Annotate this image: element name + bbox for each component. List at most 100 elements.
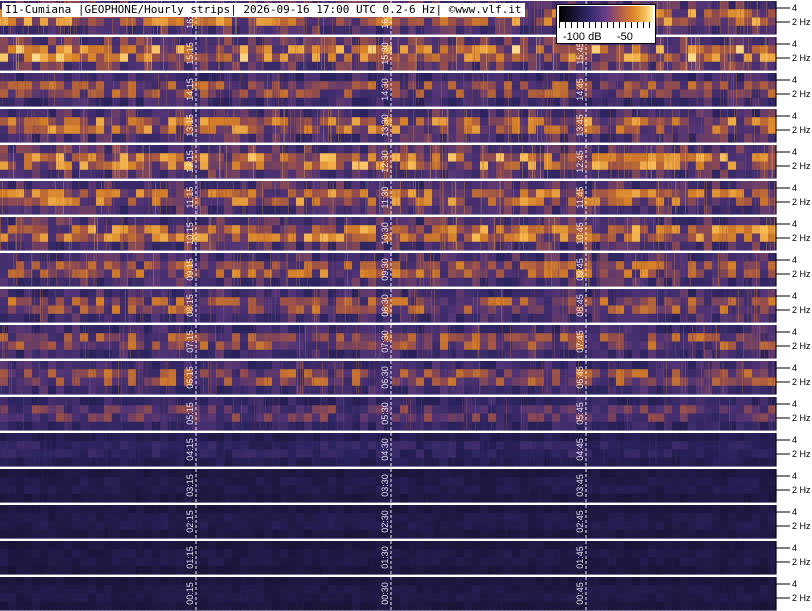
spectrum-cell <box>0 17 9 27</box>
spectrum-cell <box>752 189 761 199</box>
spectrum-cell <box>336 197 345 207</box>
spectrum-cell <box>112 181 121 190</box>
strip-hour-14: 14:15 14:30 14:45 42 Hz <box>0 73 811 107</box>
spectrum-cell <box>728 225 737 235</box>
spectrum-cell <box>320 117 329 127</box>
spectrum-cell <box>664 9 673 19</box>
spectrum-cell <box>240 17 249 27</box>
spectrum-cell <box>768 233 777 243</box>
spectrum-cell <box>736 217 745 226</box>
spectrum-cell <box>720 1 729 10</box>
spectrum-cell <box>344 97 353 107</box>
spectrum-cell <box>40 161 49 171</box>
spectrum-cell <box>200 125 209 135</box>
spectrum-cell <box>104 325 113 334</box>
spectrum-cell <box>144 225 153 235</box>
spectrum-cell <box>416 225 425 235</box>
spectrum-cell <box>600 253 609 262</box>
spectrum-cell <box>248 61 257 71</box>
spectrum-cell <box>768 341 777 351</box>
spectrum-cell <box>720 53 729 63</box>
spectrum-cell <box>752 117 761 127</box>
spectrum-cell <box>552 197 561 207</box>
spectrum-cell <box>136 277 145 287</box>
spectrum-cell <box>24 385 33 395</box>
spectrum-cell <box>304 261 313 271</box>
spectrum-cell <box>736 1 745 10</box>
spectrum-cell <box>616 217 625 226</box>
spectrum-cell <box>224 161 233 171</box>
spectrum-cell <box>8 253 17 262</box>
spectrum-cell <box>280 25 289 35</box>
spectrum-cell <box>392 125 401 135</box>
spectrum-cell <box>16 97 25 107</box>
spectrum-cell <box>48 145 57 154</box>
spectrum-cell <box>64 385 73 395</box>
spectrum-cell <box>248 333 257 343</box>
spectrum-cell <box>728 81 737 91</box>
spectrum-cell <box>400 37 409 46</box>
spectrum-cell <box>40 125 49 135</box>
spectrum-cell <box>456 205 465 215</box>
spectrum-cell <box>712 61 721 71</box>
spectrum-cell <box>216 37 225 46</box>
spectrum-cell <box>256 349 265 359</box>
spectrum-cell <box>64 109 73 118</box>
spectrum-cell <box>16 81 25 91</box>
spectrum-cell <box>536 277 545 287</box>
spectrum-cell <box>648 325 657 334</box>
spectrum-cell <box>720 61 729 71</box>
frequency-axis: 42 Hz <box>775 109 811 142</box>
spectrum-cell <box>600 109 609 118</box>
spectrum-cell <box>368 225 377 235</box>
spectrum-cell <box>104 169 113 179</box>
spectrum-cell <box>768 89 777 99</box>
spectrum-cell <box>512 53 521 63</box>
spectrum-cell <box>656 205 665 215</box>
spectrum-cell <box>128 53 137 63</box>
spectrum-cell <box>608 341 617 351</box>
spectrum-cell <box>728 189 737 199</box>
spectrum-cell <box>64 197 73 207</box>
spectrum-cell <box>104 153 113 163</box>
spectrum-cell <box>592 197 601 207</box>
spectrum-cell <box>672 341 681 351</box>
spectrum-cell <box>96 205 105 215</box>
spectrum-cell <box>248 73 257 82</box>
spectrum-cell <box>624 289 633 298</box>
spectrum-cell <box>320 25 329 35</box>
spectrum-cell <box>144 17 153 27</box>
spectrum-cell <box>768 1 777 10</box>
spectrum-cell <box>64 253 73 262</box>
spectrum-cell <box>504 181 513 190</box>
spectrum-cell <box>720 349 729 359</box>
spectrum-cell <box>656 253 665 262</box>
spectrum-cell <box>24 313 33 323</box>
spectrum-cell <box>592 145 601 154</box>
spectrum-cell <box>88 261 97 271</box>
spectrum-cell <box>152 289 161 298</box>
spectrum-cell <box>416 325 425 334</box>
spectrum-cell <box>24 61 33 71</box>
spectrum-cell <box>664 45 673 55</box>
spectrum-cell <box>696 277 705 287</box>
spectrum-cell <box>680 197 689 207</box>
spectrum-cell <box>472 169 481 179</box>
spectrum-cell <box>312 53 321 63</box>
spectrum-cell <box>224 289 233 298</box>
spectrum-cell <box>736 189 745 199</box>
spectrum-cell <box>648 261 657 271</box>
spectrum-cell <box>712 277 721 287</box>
spectrum-cell <box>352 133 361 143</box>
spectrum-cell <box>248 253 257 262</box>
spectrum-cell <box>448 305 457 315</box>
spectrum-cell <box>80 125 89 135</box>
spectrum-cell <box>80 189 89 199</box>
spectrum-cell <box>400 297 409 307</box>
spectrum-cell <box>248 161 257 171</box>
spectrum-cell <box>280 89 289 99</box>
spectrum-cell <box>696 117 705 127</box>
spectrum-cell <box>400 305 409 315</box>
spectrum-cell <box>464 349 473 359</box>
spectrum-cell <box>40 133 49 143</box>
